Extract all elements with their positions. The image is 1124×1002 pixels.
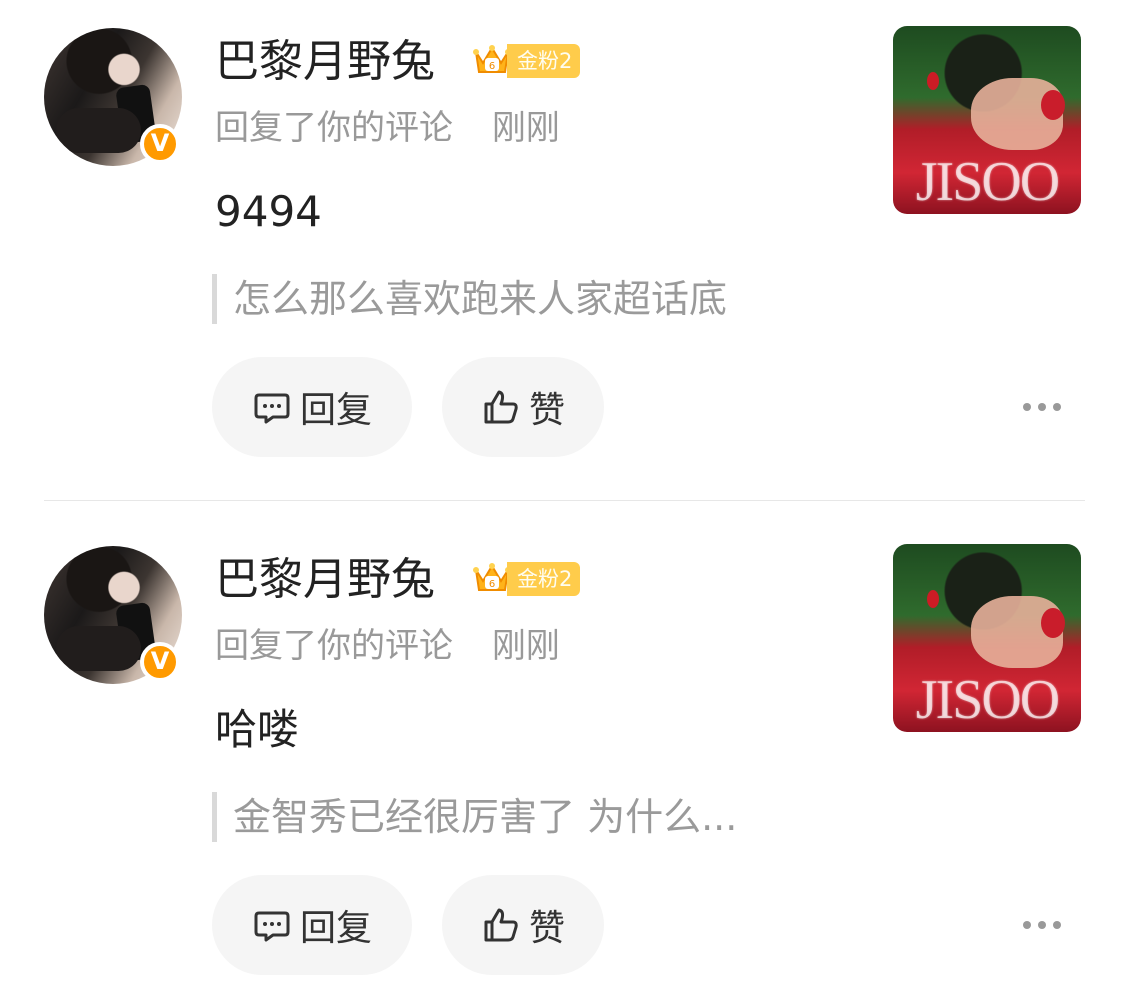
like-label: 赞 [528,908,565,949]
ellipsis-icon[interactable] [1022,918,1062,932]
username[interactable]: 巴黎月野兔 [215,550,435,610]
reply-time: 刚刚 [491,108,560,148]
comment-bubble-icon [254,393,290,424]
quoted-comment[interactable]: 怎么那么喜欢跑来人家超话底 [212,274,832,324]
reply-meta: 回复了你的评论 刚刚 [215,622,560,670]
reply-button[interactable]: 回复 [212,357,412,457]
verified-v-icon: V [140,124,180,164]
reply-time: 刚刚 [491,626,560,666]
notification-item[interactable]: V 巴黎月野兔 6 金粉2 回复了你的评论 刚刚 9494 怎么那么喜欢跑来人家… [0,0,1124,501]
reply-action: 回复了你的评论 [215,626,453,666]
reply-label: 回复 [299,908,372,949]
svg-text:6: 6 [489,61,495,72]
username[interactable]: 巴黎月野兔 [215,32,435,92]
notification-item[interactable]: V 巴黎月野兔 6 金粉2 回复了你的评论 刚刚 哈喽 金智秀已经很厉害了 为什… [0,518,1124,998]
comment-text: 哈喽 [215,705,300,754]
comment-text: 9494 [215,187,322,236]
thumbs-up-icon [484,908,518,942]
svg-text:6: 6 [489,579,495,590]
thumbnail-text: JISOO [915,151,1060,213]
verified-v-icon: V [140,642,180,682]
crown-icon: 6 [473,563,511,591]
thumbnail-text: JISOO [915,669,1060,731]
reply-action: 回复了你的评论 [215,108,453,148]
like-label: 赞 [528,390,565,431]
post-thumbnail[interactable]: JISOO [893,26,1081,214]
fan-badge: 金粉2 [507,562,581,596]
crown-icon: 6 [473,45,511,73]
post-thumbnail[interactable]: JISOO [893,544,1081,732]
like-button[interactable]: 赞 [442,357,604,457]
divider [44,500,1085,501]
ellipsis-icon[interactable] [1022,400,1062,414]
comment-bubble-icon [254,911,290,942]
like-button[interactable]: 赞 [442,875,604,975]
reply-label: 回复 [299,390,372,431]
reply-button[interactable]: 回复 [212,875,412,975]
thumbs-up-icon [484,390,518,424]
fan-badge: 金粉2 [507,44,581,78]
reply-meta: 回复了你的评论 刚刚 [215,104,560,152]
quoted-comment[interactable]: 金智秀已经很厉害了 为什么... [212,792,832,842]
